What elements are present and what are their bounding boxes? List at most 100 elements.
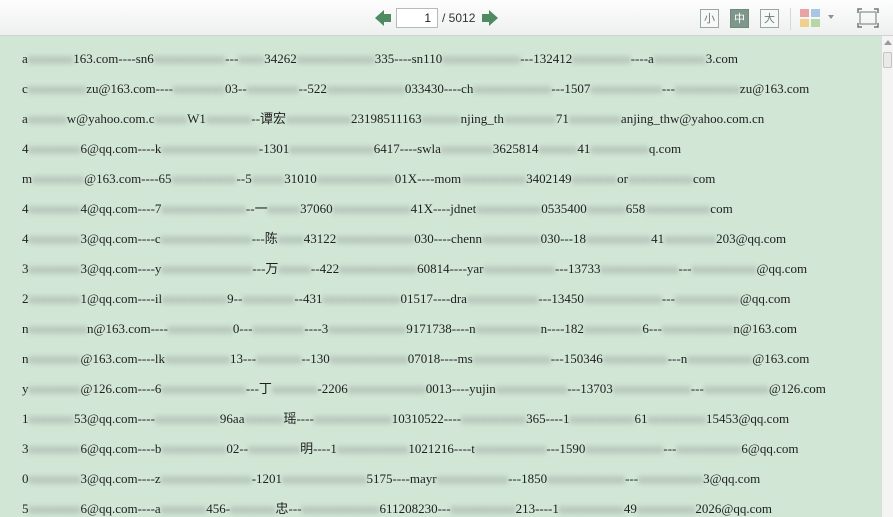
scrollbar-thumb[interactable] (883, 52, 892, 68)
redacted-text: xxxxxxxxxx (476, 201, 542, 216)
line-text: n@163.com---- (87, 321, 168, 336)
line-text: @qq.com (739, 291, 791, 306)
line-text: 31010 (284, 171, 317, 186)
line-text: 明----1 (300, 441, 337, 456)
line-text: 658 (625, 201, 646, 216)
line-text: com (693, 171, 716, 186)
redacted-text: xxxxxxxxxx (569, 411, 635, 426)
text-line: 0xxxxxxxx3@qq.com----zxxxxxxxxxxxxxx-120… (22, 468, 826, 498)
layout-dropdown-caret-icon[interactable] (828, 15, 834, 19)
line-text: njing_th (460, 111, 504, 126)
scroll-up-arrow-icon[interactable] (884, 40, 892, 45)
redacted-text: xxxxxxxxxx (691, 261, 757, 276)
redacted-text: xxxxx (278, 261, 311, 276)
line-text: 030---18 (540, 231, 587, 246)
line-text: 瑶---- (283, 411, 314, 426)
line-text: com (710, 201, 733, 216)
line-text: 43122 (303, 231, 337, 246)
redacted-text: xxxxxxx (205, 111, 252, 126)
redacted-text: xxxxxxxxxx (638, 471, 704, 486)
text-line: nxxxxxxxxxn@163.com----xxxxxxxxxx0---xxx… (22, 318, 826, 348)
line-text: 3@qq.com----z (80, 471, 161, 486)
line-text: 49 (623, 501, 637, 516)
font-size-small-button[interactable]: 小 (700, 9, 719, 28)
line-text: 5175----mayr (366, 471, 437, 486)
line-text: --522 (298, 81, 327, 96)
text-line: 4xxxxxxxx6@qq.com----kxxxxxxxxxxxxxxx-13… (22, 138, 826, 168)
line-text: ---1850 (508, 471, 548, 486)
line-text: 23198511163 (351, 111, 422, 126)
line-text: 0--- (232, 321, 253, 336)
line-text: 10310522---- (391, 411, 462, 426)
redacted-text: xxxxxxxx (242, 291, 295, 306)
redacted-text: xxxxxxxxxxxx (296, 51, 375, 66)
prev-page-arrow-icon[interactable] (374, 9, 392, 27)
text-line: cxxxxxxxxxzu@163.com----xxxxxxxx03--xxxx… (22, 78, 826, 108)
line-text: 9171738----n (406, 321, 476, 336)
redacted-text: xxxxxxxxxxx (474, 441, 547, 456)
text-line: mxxxxxxxx@163.com----65xxxxxxxxxx--5xxxx… (22, 168, 826, 198)
text-line: 2xxxxxxxx1@qq.com----ilxxxxxxxxxx9--xxxx… (22, 288, 826, 318)
line-text: ---150346 (550, 351, 603, 366)
redacted-text: xxxxxxxxx (647, 411, 706, 426)
line-text: 0535400 (541, 201, 587, 216)
next-page-arrow-icon[interactable] (481, 9, 499, 27)
redacted-text: xxxxxxxxxx (628, 171, 693, 186)
redacted-text: xxxxxxxxxx (475, 321, 541, 336)
line-text: 37060 (300, 201, 333, 216)
redacted-text: xxxxxx (244, 411, 284, 426)
toolbar-divider (790, 8, 791, 30)
line-text: ---1507 (551, 81, 591, 96)
redacted-text: xxxxxx (538, 141, 578, 156)
line-text: @126.com----6 (80, 381, 162, 396)
redacted-text: xxxxxxxxxxxx (339, 261, 418, 276)
line-text: 1@qq.com----il (80, 291, 163, 306)
line-text: 203@qq.com (716, 231, 787, 246)
line-text: 6@qq.com (741, 441, 799, 456)
font-size-large-button[interactable]: 大 (760, 9, 779, 28)
redacted-text: xxxxxxxxx (636, 501, 696, 516)
document-page: axxxxxxx163.com----sn6xxxxxxxxxxx---xxxx… (0, 36, 881, 517)
redacted-text: xxxxxxxxxxxxx (282, 471, 367, 486)
line-text: 3@qq.com----c (80, 231, 161, 246)
redacted-text: xxxxx (251, 171, 285, 186)
text-line: axxxxxxx163.com----sn6xxxxxxxxxxx---xxxx… (22, 48, 826, 78)
redacted-text: xxxxxxxx (28, 501, 81, 516)
line-text: ---132412 (520, 51, 573, 66)
grid-layout-icon[interactable] (800, 9, 822, 27)
redacted-text: xxxxxxxxxx (286, 111, 352, 126)
redacted-text: xxxxxxxxxxxx (336, 231, 415, 246)
line-text: 01517----dra (400, 291, 467, 306)
line-text: ---13703 (567, 381, 613, 396)
redacted-text: xxxxxxxxxx (161, 441, 227, 456)
redacted-text: xxxxxxxxxxxx (600, 261, 679, 276)
redacted-text: xxxxxxxxxx (674, 291, 740, 306)
redacted-text: xxxxxxxxxx (154, 411, 220, 426)
redacted-text: xxxxxxxxxxxxx (161, 381, 246, 396)
redacted-text: xxxxxxxxxx (450, 501, 516, 516)
redacted-text: xxxxxxxxx (482, 231, 541, 246)
reader-toolbar: / 5012 小 中 大 (0, 0, 893, 36)
line-text: --130 (301, 351, 330, 366)
redacted-text: xxxxxxxxxxxx (612, 381, 691, 396)
line-text: n----182 (540, 321, 584, 336)
fullscreen-icon[interactable] (857, 8, 879, 28)
redacted-text: xxxxxxxxx (583, 321, 643, 336)
line-text: ----3 (304, 321, 329, 336)
redacted-text: xxxxxxxxxxxx (322, 291, 401, 306)
line-text: 02-- (226, 441, 249, 456)
redacted-text: xxxxxxxxxxx (661, 321, 734, 336)
redacted-text: xxxxxxxxxxx (466, 291, 539, 306)
line-text: 3.com (705, 51, 738, 66)
redacted-text: xxxxxxxxxxx (495, 381, 568, 396)
line-text: -2206 (317, 381, 348, 396)
vertical-scrollbar[interactable] (881, 36, 893, 517)
line-text: --谭宏 (251, 111, 287, 126)
page-number-input[interactable] (396, 8, 438, 28)
line-text: @163.com (752, 351, 810, 366)
text-line: 4xxxxxxxx3@qq.com----cxxxxxxxxxxxxxx---陈… (22, 228, 826, 258)
font-size-medium-button[interactable]: 中 (730, 9, 749, 28)
redacted-text: xxxxxxxxxxxx (329, 351, 408, 366)
redacted-text: xxxxxxxx (32, 171, 85, 186)
line-text: 4@qq.com----7 (80, 201, 162, 216)
